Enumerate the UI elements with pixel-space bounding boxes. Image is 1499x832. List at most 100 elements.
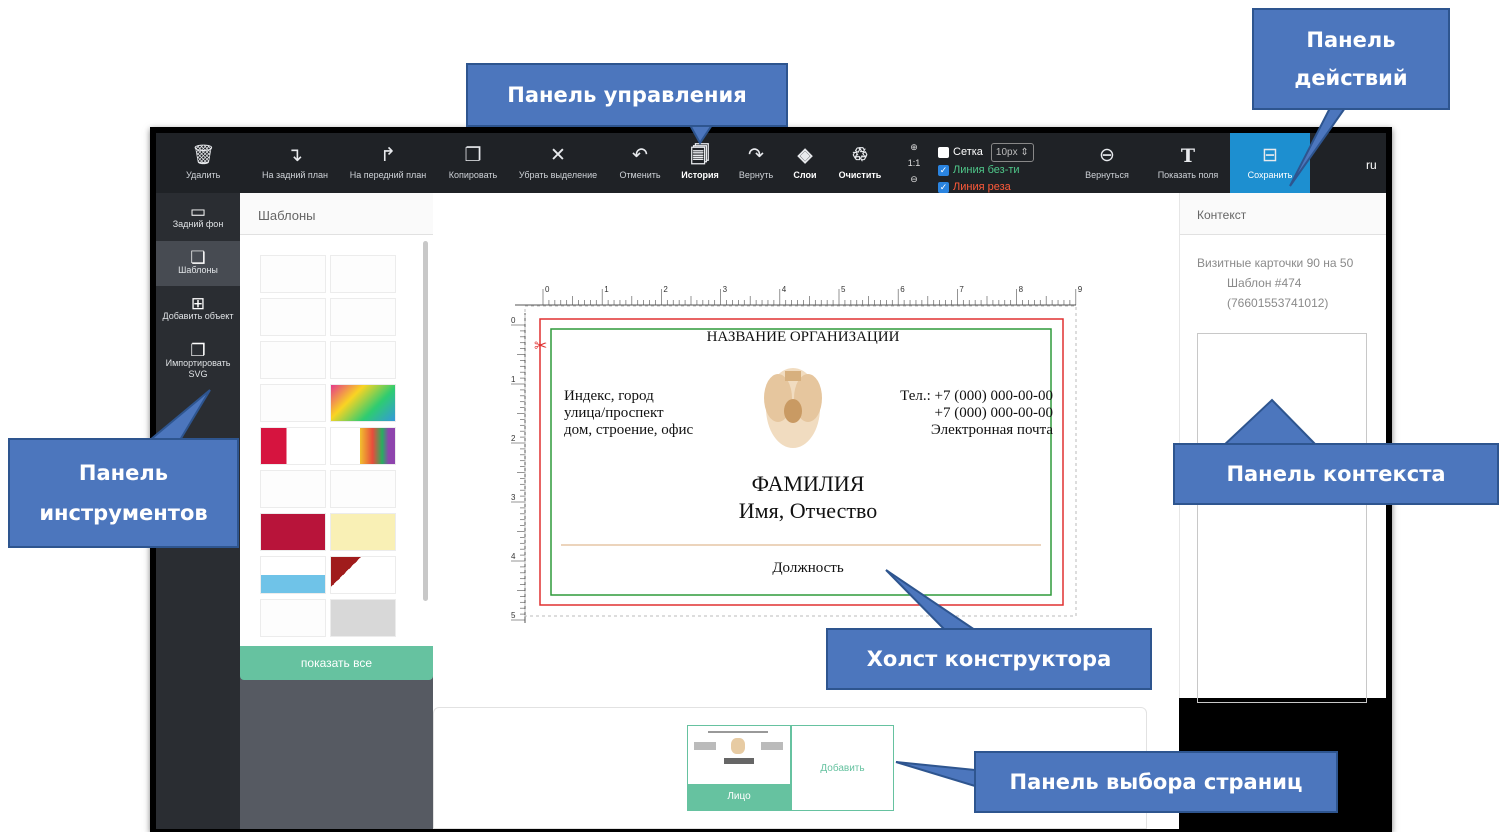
- send-back-icon: ↴: [287, 145, 303, 166]
- redo-icon: ↷: [748, 145, 764, 166]
- cut-line-checkbox[interactable]: ✓: [938, 182, 949, 193]
- card-org-name[interactable]: НАЗВАНИЕ ОРГАНИЗАЦИИ: [683, 329, 923, 346]
- template-thumb[interactable]: [330, 298, 396, 336]
- zoom-out-icon[interactable]: ⊖: [906, 171, 922, 187]
- template-thumb[interactable]: [330, 556, 396, 594]
- template-thumb[interactable]: [330, 427, 396, 465]
- ruler-h-label: 3: [723, 285, 728, 294]
- send-back-button[interactable]: ↴ На задний план: [262, 133, 328, 193]
- template-thumb[interactable]: [330, 513, 396, 551]
- safe-line-option[interactable]: ✓ Линия без-ти: [938, 162, 1034, 179]
- template-thumb[interactable]: [330, 255, 396, 293]
- template-thumb[interactable]: [330, 470, 396, 508]
- card-surname[interactable]: ФАМИЛИЯ: [683, 471, 933, 497]
- scissors-icon: ✂: [534, 336, 547, 355]
- page-front-thumb[interactable]: Лицо: [687, 725, 791, 811]
- template-thumb[interactable]: [260, 341, 326, 379]
- add-page-button[interactable]: Добавить: [791, 725, 894, 811]
- tool-background[interactable]: ▭ Задний фон: [156, 195, 240, 240]
- safe-line-checkbox[interactable]: ✓: [938, 165, 949, 176]
- horizontal-ruler: 0 1 2 3 4 5 6 7 8 9: [515, 285, 1083, 306]
- grid-checkbox[interactable]: [938, 147, 949, 158]
- zoom-in-icon[interactable]: ⊕: [906, 139, 922, 155]
- callout-actions-panel: Панель действий: [1252, 8, 1450, 110]
- ruler-v-label: 2: [511, 434, 516, 443]
- ruler-h-label: 1: [604, 285, 609, 294]
- display-options: Сетка 10px ⇕ ✓ Линия без-ти ✓ Линия реза: [938, 143, 1034, 196]
- callout-context-panel: Панель контекста: [1173, 443, 1499, 505]
- trash-icon: 🗑: [191, 145, 216, 166]
- tool-templates[interactable]: ❏ Шаблоны: [156, 241, 240, 286]
- card-position[interactable]: Должность: [683, 560, 933, 577]
- template-thumb[interactable]: [260, 427, 326, 465]
- bring-front-icon: ↱: [380, 145, 396, 166]
- save-button[interactable]: ⊟ Сохранить: [1230, 133, 1310, 193]
- templates-icon: ❏: [190, 247, 206, 267]
- import-icon: ❐: [190, 340, 206, 360]
- callout-control-panel: Панель управления: [466, 63, 788, 127]
- context-properties-box[interactable]: [1197, 333, 1367, 703]
- copy-button[interactable]: ❐ Копировать: [447, 133, 499, 193]
- card-address[interactable]: Индекс, город улица/проспект дом, строен…: [564, 388, 693, 439]
- coat-of-arms-emblem: [764, 368, 822, 448]
- template-thumb[interactable]: [260, 470, 326, 508]
- grid-option[interactable]: Сетка 10px ⇕: [938, 143, 1034, 162]
- show-all-button[interactable]: показать все: [240, 646, 433, 680]
- history-button[interactable]: 🗐 История: [680, 133, 720, 193]
- undo-button[interactable]: ↶ Отменить: [618, 133, 662, 193]
- templates-scrollbar[interactable]: [423, 241, 428, 601]
- redo-button[interactable]: ↷ Вернуть: [736, 133, 776, 193]
- template-thumb[interactable]: [260, 298, 326, 336]
- template-thumb[interactable]: [330, 599, 396, 637]
- template-thumb[interactable]: [260, 384, 326, 422]
- context-title: Контекст: [1180, 193, 1386, 235]
- ruler-h-label: 0: [545, 285, 550, 294]
- ruler-h-label: 5: [841, 285, 846, 294]
- layers-icon: ◈: [797, 145, 813, 166]
- ruler-h-label: 7: [959, 285, 964, 294]
- card-canvas-svg: 0 1 2 3 4 5 6 7 8 9 0 1 2 3 4 5 ✂: [511, 285, 1083, 623]
- ruler-h-label: 6: [900, 285, 905, 294]
- recycle-icon: ♲: [851, 145, 869, 166]
- ruler-v-label: 4: [511, 552, 516, 561]
- template-thumb[interactable]: [330, 341, 396, 379]
- control-panel: 🗑 Удалить ↴ На задний план ↱ На передний пл…: [156, 133, 1386, 193]
- template-thumb[interactable]: [260, 255, 326, 293]
- card-name[interactable]: Имя, Отчество: [683, 498, 933, 524]
- ruler-h-label: 2: [663, 285, 668, 294]
- deselect-button[interactable]: ✕ Убрать выделение: [518, 133, 598, 193]
- vertical-ruler: 0 1 2 3 4 5: [511, 313, 526, 623]
- close-icon: ✕: [550, 145, 566, 166]
- layers-button[interactable]: ◈ Слои: [790, 133, 820, 193]
- template-thumb[interactable]: [260, 556, 326, 594]
- templates-title: Шаблоны: [240, 193, 433, 235]
- tool-add-object[interactable]: ⊞ Добавить объект: [156, 287, 240, 332]
- tool-import-svg[interactable]: ❐ Импортировать SVG: [156, 335, 240, 389]
- undo-icon: ↶: [632, 145, 648, 166]
- back-button[interactable]: ⊖ Вернуться: [1084, 133, 1130, 193]
- zoom-reset-button[interactable]: 1:1: [906, 155, 922, 171]
- card-contacts[interactable]: Тел.: +7 (000) 000-00-00 +7 (000) 000-00…: [853, 388, 1053, 439]
- ruler-v-label: 0: [511, 316, 516, 325]
- template-thumb[interactable]: [260, 599, 326, 637]
- bring-front-button[interactable]: ↱ На передний план: [349, 133, 427, 193]
- ruler-h-label: 8: [1019, 285, 1024, 294]
- ruler-v-label: 1: [511, 375, 516, 384]
- ruler-h-label: 9: [1078, 285, 1083, 294]
- callout-tools-panel: Панель инструментов: [8, 438, 239, 548]
- delete-button[interactable]: 🗑 Удалить: [186, 133, 220, 193]
- template-thumb[interactable]: [260, 513, 326, 551]
- clear-button[interactable]: ♲ Очистить: [838, 133, 882, 193]
- language-switch[interactable]: ru: [1366, 158, 1377, 172]
- background-icon: ▭: [189, 201, 207, 221]
- add-object-icon: ⊞: [190, 293, 206, 313]
- callout-canvas: Холст конструктора: [826, 628, 1152, 690]
- history-icon: 🗐: [690, 145, 710, 166]
- template-thumb[interactable]: [330, 384, 396, 422]
- show-fields-button[interactable]: T Показать поля: [1157, 133, 1219, 193]
- zoom-controls: ⊕ 1:1 ⊖: [906, 139, 922, 187]
- safe-line: [550, 328, 1052, 596]
- back-arrow-icon: ⊖: [1099, 145, 1115, 166]
- context-info: Визитные карточки 90 на 50 Шаблон #474 (…: [1197, 256, 1354, 310]
- grid-size-select[interactable]: 10px ⇕: [990, 143, 1034, 162]
